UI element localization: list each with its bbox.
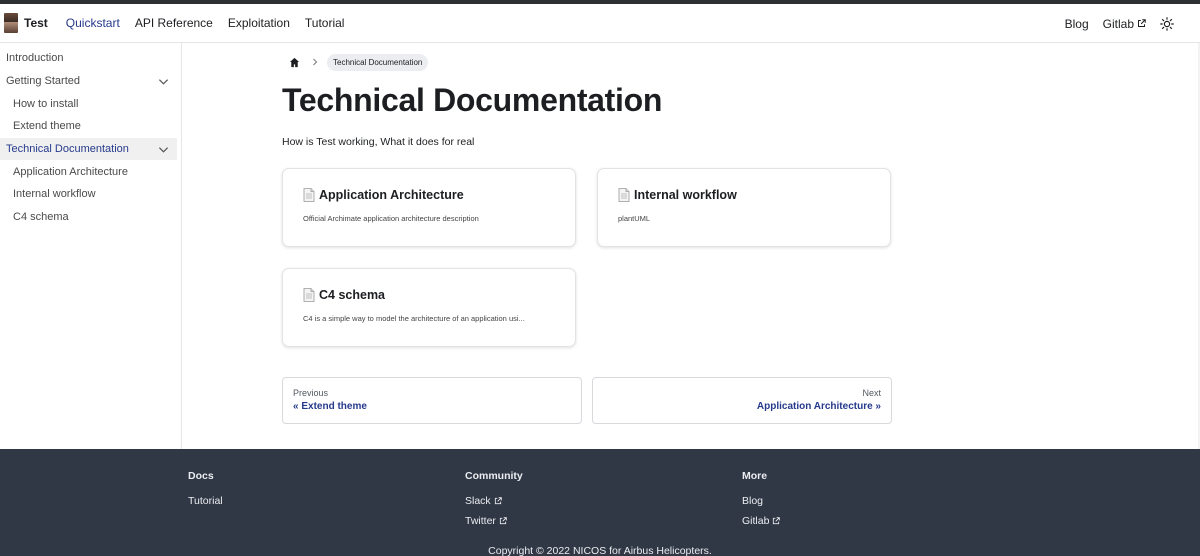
card-header: Application Architecture — [303, 188, 555, 202]
pager-next-label: Application Architecture » — [756, 401, 881, 412]
nav-link-api-reference[interactable]: API Reference — [135, 16, 213, 30]
sidebar: Introduction Getting Started How to inst… — [0, 43, 182, 449]
sidebar-item-how-to-install[interactable]: How to install — [0, 92, 181, 115]
page-description: How is Test working, What it does for re… — [282, 136, 475, 148]
card-grid: Application Architecture Official Archim… — [282, 168, 892, 350]
sidebar-item-technical-documentation[interactable]: Technical Documentation — [0, 137, 177, 161]
page-title: Technical Documentation — [282, 82, 663, 118]
nav-link-gitlab-label: Gitlab — [1102, 16, 1134, 31]
navbar-right: Blog Gitlab — [1065, 4, 1174, 43]
sidebar-item-getting-started[interactable]: Getting Started — [0, 70, 181, 93]
sidebar-item-label: Introduction — [6, 52, 64, 65]
footer-link-label: Slack — [465, 495, 491, 507]
main-content: Technical Documentation Technical Docume… — [282, 43, 892, 424]
external-link-icon — [1138, 19, 1146, 27]
card-description: plantUML — [618, 214, 651, 223]
nav-link-tutorial[interactable]: Tutorial — [305, 16, 345, 30]
doc-pagination: Previous « Extend theme Next Application… — [282, 377, 892, 424]
brand[interactable]: Test — [4, 13, 66, 33]
external-link-icon — [773, 517, 781, 525]
card-c4-schema[interactable]: C4 schema C4 is a simple way to model th… — [282, 268, 576, 347]
external-link-icon — [494, 497, 502, 505]
footer: Docs Tutorial Community Slack Twitter Mo… — [0, 449, 1200, 556]
nav-link-blog-label: Blog — [1064, 16, 1089, 31]
sidebar-item-internal-workflow[interactable]: Internal workflow — [0, 183, 181, 206]
document-icon — [303, 288, 315, 302]
footer-link-tutorial[interactable]: Tutorial — [188, 495, 223, 507]
pager-previous-sublabel: Previous — [293, 388, 329, 398]
chevron-down-icon[interactable] — [158, 144, 169, 155]
pager-previous-label: « Extend theme — [293, 401, 367, 412]
brand-logo — [4, 13, 18, 33]
footer-link-blog[interactable]: Blog — [742, 495, 780, 507]
sidebar-item-application-architecture[interactable]: Application Architecture — [0, 160, 181, 183]
card-application-architecture[interactable]: Application Architecture Official Archim… — [282, 168, 576, 247]
sidebar-item-label: Technical Documentation — [6, 143, 129, 156]
external-link-icon — [499, 517, 507, 525]
chevron-down-icon[interactable] — [158, 76, 169, 87]
sidebar-item-c4-schema[interactable]: C4 schema — [0, 206, 181, 229]
sidebar-item-introduction[interactable]: Introduction — [0, 47, 181, 70]
pager-next-button[interactable]: Next Application Architecture » — [592, 377, 892, 424]
footer-link-label: Blog — [742, 495, 764, 507]
sun-icon[interactable] — [1160, 16, 1174, 31]
nav-link-gitlab[interactable]: Gitlab — [1103, 17, 1146, 31]
home-icon[interactable] — [289, 57, 300, 68]
pager-previous-button[interactable]: Previous « Extend theme — [282, 377, 582, 424]
sidebar-item-label: Internal workflow — [13, 188, 96, 201]
brand-title: Test — [24, 16, 48, 30]
nav-link-blog[interactable]: Blog — [1065, 17, 1089, 31]
sidebar-item-label: C4 schema — [13, 211, 69, 224]
sidebar-item-label: Application Architecture — [13, 165, 128, 178]
footer-column-title: More — [742, 470, 768, 482]
footer-column-title: Docs — [188, 470, 214, 482]
footer-link-gitlab[interactable]: Gitlab — [742, 515, 781, 527]
document-icon — [618, 188, 630, 202]
card-header: Internal workflow — [618, 188, 870, 202]
card-description: C4 is a simple way to model the architec… — [303, 314, 525, 323]
footer-column-community: Community Slack Twitter — [465, 470, 523, 527]
sidebar-item-label: Extend theme — [13, 120, 81, 133]
card-title: Internal workflow — [634, 188, 737, 202]
chevron-right-icon — [313, 58, 318, 66]
footer-link-label: Gitlab — [742, 515, 770, 527]
footer-link-label: Tutorial — [188, 495, 223, 507]
breadcrumb-current: Technical Documentation — [327, 53, 429, 71]
breadcrumb: Technical Documentation — [282, 52, 892, 72]
sidebar-item-label: How to install — [13, 97, 79, 110]
document-icon — [303, 188, 315, 202]
card-description: Official Archimate application architect… — [303, 214, 479, 223]
footer-column-docs: Docs Tutorial — [188, 470, 223, 507]
pager-next-sublabel: Next — [862, 388, 881, 398]
footer-link-slack[interactable]: Slack — [465, 495, 523, 507]
nav-link-quickstart[interactable]: Quickstart — [66, 16, 120, 30]
footer-column-title: Community — [465, 470, 523, 482]
footer-column-more: More Blog Gitlab — [742, 470, 781, 527]
top-navbar: Test Quickstart API Reference Exploitati… — [0, 4, 1200, 43]
card-header: C4 schema — [303, 288, 555, 302]
sidebar-item-label: Getting Started — [6, 75, 80, 88]
nav-link-exploitation[interactable]: Exploitation — [228, 16, 290, 30]
sidebar-item-extend-theme[interactable]: Extend theme — [0, 115, 181, 138]
footer-link-twitter[interactable]: Twitter — [465, 515, 523, 527]
footer-link-label: Twitter — [465, 515, 496, 527]
card-internal-workflow[interactable]: Internal workflow plantUML — [597, 168, 891, 247]
card-title: C4 schema — [319, 288, 386, 302]
footer-copyright: Copyright © 2022 NICOS for Airbus Helico… — [488, 545, 712, 556]
card-title: Application Architecture — [319, 188, 464, 202]
